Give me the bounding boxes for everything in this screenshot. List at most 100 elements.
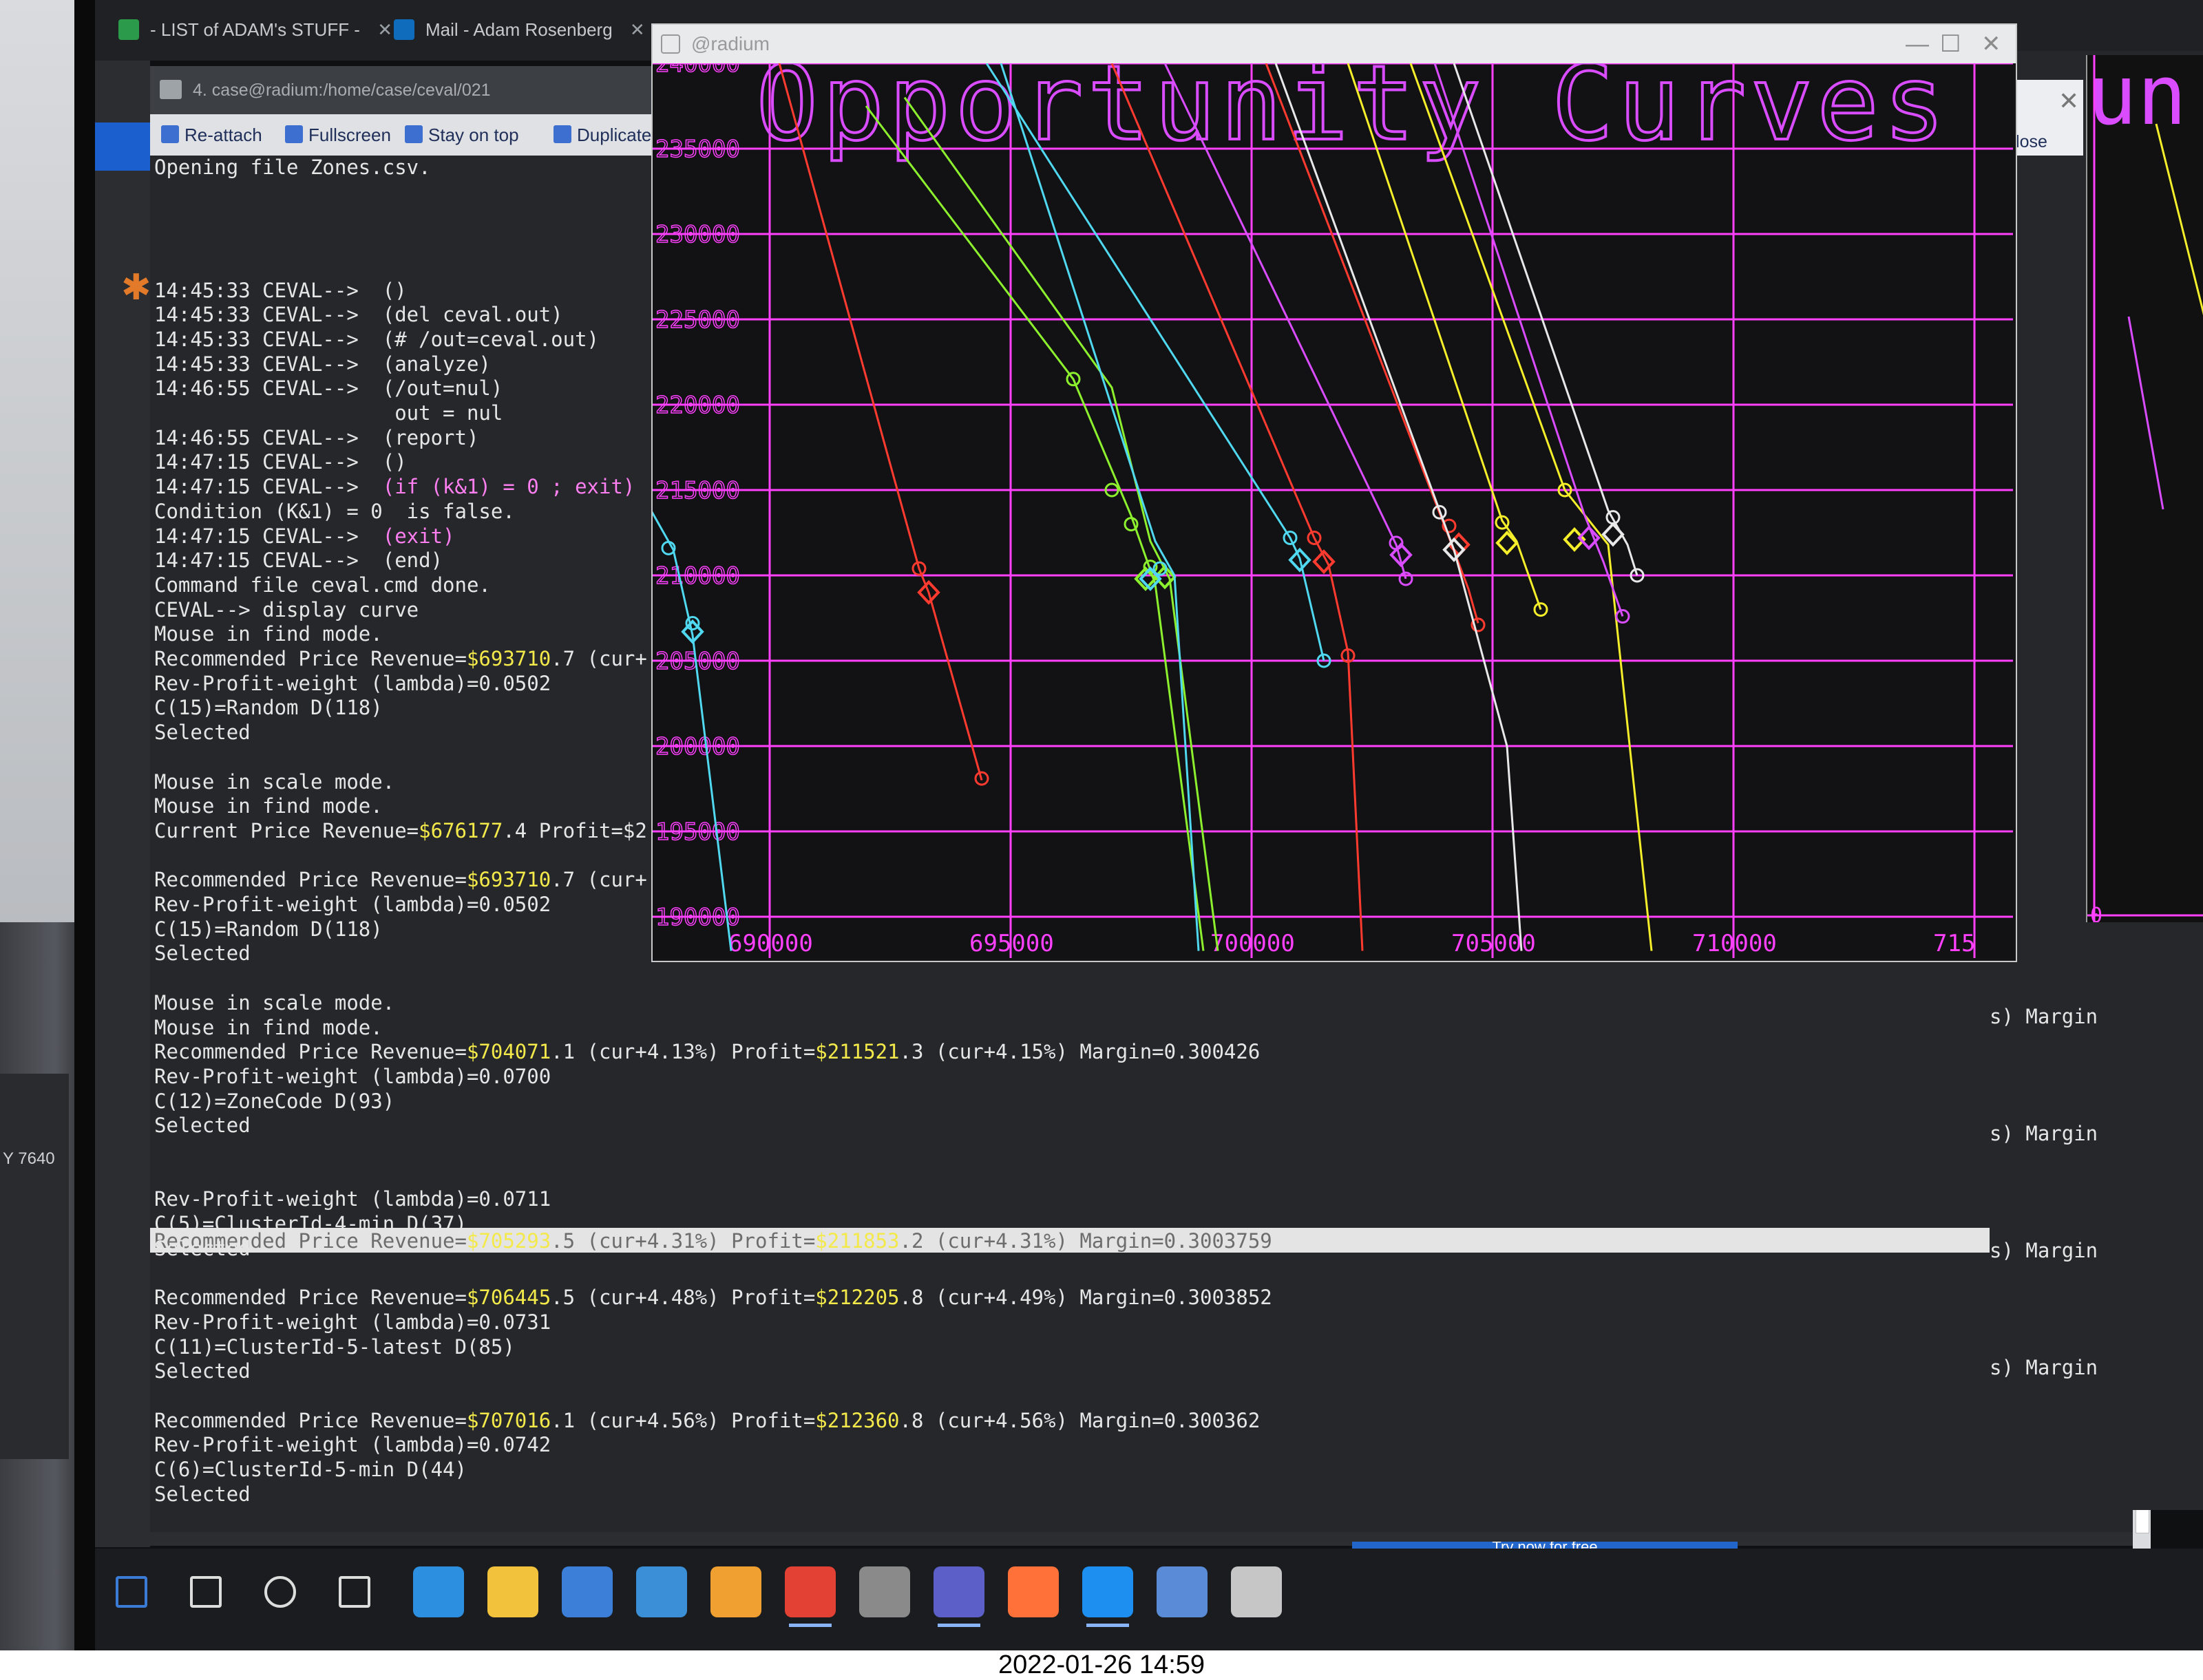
reattach-icon: [161, 125, 179, 143]
terminal-line: Recommended Price Revenue=$704071.1 (cur…: [154, 1040, 1261, 1064]
y-tick-label: 235000: [655, 136, 740, 163]
plot-area: [653, 63, 2013, 958]
x-tick-label: 710000: [1692, 930, 1777, 957]
terminal-line: Mouse in scale mode.: [154, 769, 395, 794]
terminal-line: Command file ceval.cmd done.: [154, 573, 491, 597]
axis-fragment-label: 0: [2090, 904, 2102, 922]
pin-icon: [405, 125, 423, 143]
terminal-line: Recommended Price Revenue=$707016.1 (cur…: [154, 1408, 1261, 1432]
mail-icon[interactable]: [636, 1566, 687, 1617]
terminal-line: Opening file Zones.csv.: [154, 156, 431, 179]
firefox-icon[interactable]: [1008, 1566, 1059, 1617]
terminal-line: Rev-Profit-weight (lambda)=0.0502: [154, 671, 551, 695]
taskbar: [95, 1549, 2203, 1650]
close-icon[interactable]: ✕: [630, 19, 645, 40]
duplicate-button[interactable]: Duplicate: [549, 114, 651, 156]
terminal-line: C(12)=ZoneCode D(93): [154, 1089, 395, 1113]
task-view-icon[interactable]: [339, 1576, 370, 1608]
fullscreen-icon: [285, 125, 303, 143]
terminal-line: 14:45:33 CEVAL--> (# /out=ceval.out): [154, 327, 600, 351]
opportunity-curves-chart[interactable]: 690000 695000 700000 705000 710000 7151900001…: [653, 63, 2013, 958]
terminal-line: Rev-Profit-weight (lambda)=0.0742: [154, 1433, 551, 1457]
terminal-line: Selected: [154, 942, 251, 966]
plot-titlebar[interactable]: @radium — ☐ ✕: [653, 25, 2016, 63]
file-explorer-icon[interactable]: [487, 1566, 538, 1617]
close-button[interactable]: ✕: [1981, 25, 2001, 63]
terminal-line: C(5)=ClusterId-4-min D(37): [154, 1212, 467, 1236]
search-icon[interactable]: [190, 1576, 222, 1608]
terminal-line: 14:47:15 CEVAL--> (exit): [154, 524, 455, 548]
terminal-line: C(15)=Random D(118): [154, 696, 383, 720]
terminal-line: Mouse in scale mode.: [154, 990, 395, 1014]
remote-desktop-icon[interactable]: [1157, 1566, 1208, 1617]
reattach-button[interactable]: Re-attach: [157, 114, 262, 156]
terminal-line: Current Price Revenue=$676177.4 Profit=$…: [154, 818, 647, 842]
terminal-line: C(11)=ClusterId-5-latest D(85): [154, 1335, 515, 1359]
calculator-icon[interactable]: [1231, 1566, 1282, 1617]
chrome-icon[interactable]: [785, 1566, 836, 1627]
terminal-line: Recommended Price Revenue=$693710.7 (cur…: [154, 647, 647, 670]
terminal-line: 14:47:15 CEVAL--> (end): [154, 549, 443, 573]
y-tick-label: 215000: [655, 477, 740, 504]
terminal-line: Condition (K&1) = 0 is false.: [154, 499, 515, 523]
terminal-line: Selected: [154, 1236, 251, 1260]
maximize-button[interactable]: ☐: [1940, 25, 1961, 63]
background-plot-svg: 0 un: [2087, 48, 2203, 928]
stay-on-top-button[interactable]: Stay on top: [401, 114, 519, 156]
terminal-title: 4. case@radium:/home/case/ceval/021: [193, 81, 491, 100]
terminal-line: 14:46:55 CEVAL--> (/out=nul): [154, 376, 503, 401]
x-tick-label: 690000: [728, 930, 813, 957]
tab-label: - LIST of ADAM's STUFF -: [150, 19, 360, 40]
windows-start-icon[interactable]: [116, 1576, 147, 1608]
wall-background: [0, 0, 74, 922]
y-tick-label: 220000: [655, 392, 740, 419]
terminal-line: Rev-Profit-weight (lambda)=0.0711: [154, 1187, 551, 1211]
margin-fragment: s) Margin: [1990, 1122, 2098, 1145]
store-icon[interactable]: [562, 1566, 613, 1617]
terminal-line: Mouse in find mode.: [154, 622, 383, 646]
button-label: Re-attach: [185, 125, 262, 145]
cortana-icon[interactable]: [264, 1576, 296, 1608]
x-tick-label: 695000: [969, 930, 1054, 957]
button-label: Stay on top: [428, 125, 519, 145]
app-icon[interactable]: [710, 1566, 761, 1617]
x-tick-label: 705000: [1451, 930, 1536, 957]
active-app-highlight: [95, 123, 150, 171]
terminal-line: Selected: [154, 721, 251, 745]
plot-window-title: @radium: [691, 33, 770, 54]
y-tick-label: 210000: [655, 562, 740, 590]
plot-window: @radium — ☐ ✕ 690000 695000 700000 705000 71…: [651, 23, 2017, 962]
terminal-line: 14:45:33 CEVAL--> (): [154, 278, 407, 302]
title-fragment: un: [2087, 55, 2187, 144]
device-sticker-label: Y 7640: [3, 1149, 55, 1168]
terminal-line: Selected: [154, 1359, 251, 1383]
background-plot-fragment: 0 un: [2086, 48, 2203, 928]
terminal-line: Selected: [154, 1114, 251, 1138]
y-tick-label: 230000: [655, 221, 740, 248]
x-tick-label: 715: [1933, 930, 1975, 957]
margin-fragment: s) Margin: [1990, 1356, 2098, 1379]
photos-icon[interactable]: [859, 1566, 910, 1617]
terminal-line: Mouse in find mode.: [154, 794, 383, 818]
button-label: Duplicate: [577, 125, 652, 145]
terminal-line: CEVAL--> display curve: [154, 597, 419, 621]
minimize-button[interactable]: —: [1906, 25, 1929, 63]
terminal-line: Rev-Profit-weight (lambda)=0.0731: [154, 1310, 551, 1334]
terminal-line: Recommended Price Revenue=$693710.7 (cur…: [154, 868, 647, 892]
close-icon[interactable]: ✕: [2058, 87, 2079, 116]
list-icon: [118, 19, 139, 40]
terminal-line: Rev-Profit-weight (lambda)=0.0700: [154, 1064, 551, 1088]
y-tick-label: 195000: [655, 818, 740, 846]
terminal-line: Rev-Profit-weight (lambda)=0.0502: [154, 893, 551, 916]
tab-label: Mail - Adam Rosenberg: [425, 19, 613, 40]
terminal-line: Selected: [154, 1482, 251, 1506]
teamviewer-icon[interactable]: [1082, 1566, 1133, 1627]
button-label: Fullscreen: [308, 125, 391, 145]
x-tick-label: 700000: [1210, 930, 1295, 957]
edge-icon[interactable]: [413, 1566, 464, 1617]
terminal-line: C(6)=ClusterId-5-min D(44): [154, 1458, 467, 1482]
terminal-icon: [160, 80, 182, 99]
terminal-line: 14:46:55 CEVAL--> (report): [154, 425, 479, 449]
teams-icon[interactable]: [934, 1566, 984, 1627]
fullscreen-button[interactable]: Fullscreen: [281, 114, 391, 156]
